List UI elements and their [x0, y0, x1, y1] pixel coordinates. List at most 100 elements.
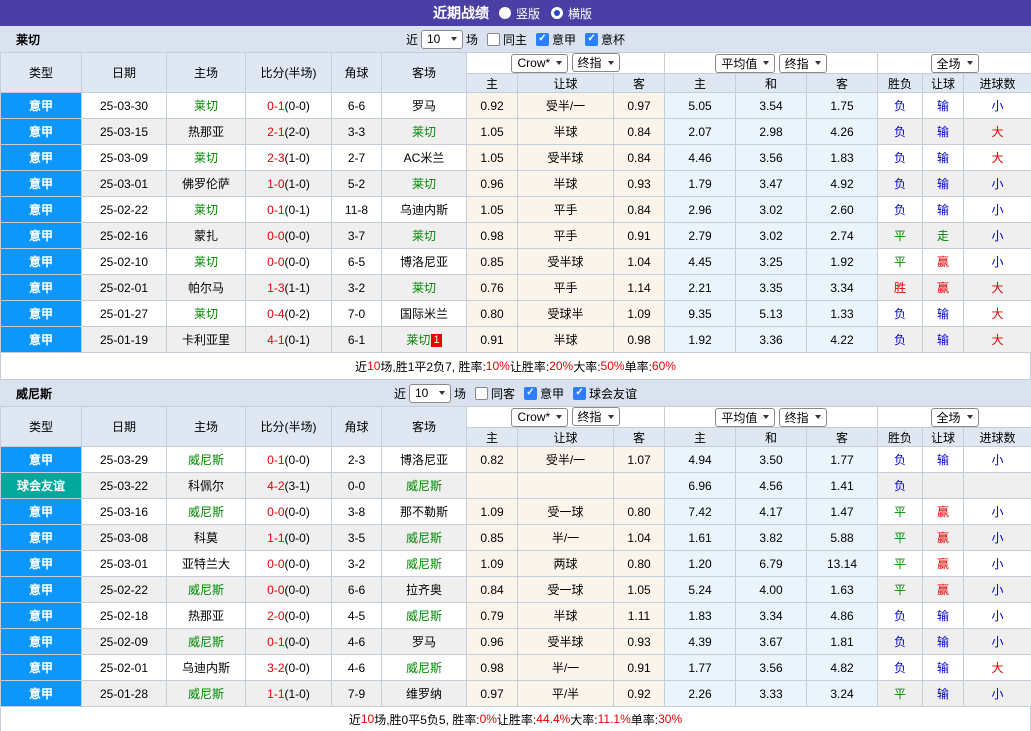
away-team-name: 威尼斯: [406, 557, 442, 571]
col-away: 客场: [382, 407, 467, 447]
away-team[interactable]: 莱切1: [382, 327, 467, 353]
horizontal-layout-label[interactable]: 横版: [568, 5, 592, 22]
summary-text-part: 11.1%: [598, 712, 631, 726]
league-checkbox[interactable]: [524, 387, 537, 400]
away-team-name: 乌迪内斯: [400, 203, 448, 217]
venezia-matches-table: 类型 日期 主场 比分(半场) 角球 客场 Crow* 终指 平均值 终指 全场: [0, 406, 1031, 707]
away-team[interactable]: 博洛尼亚: [382, 447, 467, 473]
home-team[interactable]: 科佩尔: [167, 473, 246, 499]
home-team[interactable]: 莱切: [167, 197, 246, 223]
odds-company-select[interactable]: Crow*: [511, 408, 568, 427]
handicap-result: 输: [923, 301, 964, 327]
home-team[interactable]: 威尼斯: [167, 629, 246, 655]
home-team[interactable]: 帕尔马: [167, 275, 246, 301]
match-count-select[interactable]: 10: [409, 384, 451, 403]
away-team[interactable]: 莱切: [382, 119, 467, 145]
halftime-score: (0-0): [285, 255, 310, 269]
odds-index-select[interactable]: 终指: [572, 407, 620, 426]
goals-result: 小: [964, 171, 1031, 197]
avg-away-odds: 13.14: [807, 551, 878, 577]
odds-home: 0.76: [467, 275, 518, 301]
home-team[interactable]: 莱切: [167, 301, 246, 327]
cup-checkbox[interactable]: [585, 33, 598, 46]
same-venue-checkbox[interactable]: [475, 387, 488, 400]
away-team[interactable]: 威尼斯: [382, 551, 467, 577]
away-team[interactable]: 国际米兰: [382, 301, 467, 327]
match-score: 1-1(0-0): [246, 525, 332, 551]
odds-handicap: 半/一: [518, 525, 614, 551]
avg-index-select[interactable]: 终指: [779, 54, 827, 73]
vertical-layout-radio[interactable]: [499, 7, 511, 19]
home-team[interactable]: 卡利亚里: [167, 327, 246, 353]
home-team[interactable]: 佛罗伦萨: [167, 171, 246, 197]
friendly-checkbox[interactable]: [573, 387, 586, 400]
home-team[interactable]: 威尼斯: [167, 499, 246, 525]
odds-company-select[interactable]: Crow*: [511, 54, 568, 73]
odds-index-select[interactable]: 终指: [572, 53, 620, 72]
away-team[interactable]: 威尼斯: [382, 473, 467, 499]
col-handicap-result: 让球: [923, 428, 964, 447]
fulltime-score: 1-1: [267, 531, 284, 545]
away-team[interactable]: 威尼斯: [382, 525, 467, 551]
avg-draw-odds: 4.00: [736, 577, 807, 603]
away-team[interactable]: 博洛尼亚: [382, 249, 467, 275]
summary-text-part: 44.4%: [536, 712, 570, 726]
home-team[interactable]: 亚特兰大: [167, 551, 246, 577]
away-team[interactable]: 威尼斯: [382, 603, 467, 629]
avg-select[interactable]: 平均值: [715, 408, 775, 427]
match-row: 意甲25-03-01亚特兰大0-0(0-0)3-2威尼斯1.09两球0.801.…: [1, 551, 1031, 577]
col-date: 日期: [82, 53, 167, 93]
col-type: 类型: [1, 407, 82, 447]
home-team[interactable]: 莱切: [167, 145, 246, 171]
home-team[interactable]: 威尼斯: [167, 681, 246, 707]
away-team[interactable]: 乌迪内斯: [382, 197, 467, 223]
odds-away: 1.05: [614, 577, 665, 603]
away-team[interactable]: 莱切: [382, 171, 467, 197]
odds-home: 1.05: [467, 197, 518, 223]
away-team-name: 那不勒斯: [400, 505, 448, 519]
match-score: 1-1(1-0): [246, 681, 332, 707]
avg-home-odds: 2.07: [665, 119, 736, 145]
home-team[interactable]: 莱切: [167, 249, 246, 275]
avg-home-odds: 2.21: [665, 275, 736, 301]
home-team[interactable]: 莱切: [167, 93, 246, 119]
away-team-name: 罗马: [412, 635, 436, 649]
avg-index-select[interactable]: 终指: [779, 408, 827, 427]
league-checkbox-label: 意甲: [540, 385, 564, 402]
away-team[interactable]: AC米兰: [382, 145, 467, 171]
fulltime-select[interactable]: 全场: [931, 408, 979, 427]
away-team-name: 威尼斯: [406, 531, 442, 545]
corner-score: 3-5: [332, 525, 382, 551]
home-team[interactable]: 热那亚: [167, 119, 246, 145]
home-team[interactable]: 威尼斯: [167, 577, 246, 603]
fulltime-select[interactable]: 全场: [931, 54, 979, 73]
record-summary: 近10场,胜0平5负5, 胜率:0% 让胜率:44.4% 大率:11.1% 单率…: [0, 707, 1031, 731]
odds-away: 1.11: [614, 603, 665, 629]
away-team[interactable]: 威尼斯: [382, 655, 467, 681]
away-team[interactable]: 莱切: [382, 275, 467, 301]
same-venue-checkbox[interactable]: [487, 33, 500, 46]
odds-handicap: 平手: [518, 197, 614, 223]
vertical-layout-label[interactable]: 竖版: [516, 5, 540, 22]
col-avg-home: 主: [665, 74, 736, 93]
odds-home: 1.09: [467, 551, 518, 577]
away-team[interactable]: 莱切: [382, 223, 467, 249]
home-team[interactable]: 蒙扎: [167, 223, 246, 249]
match-date: 25-03-29: [82, 447, 167, 473]
away-team[interactable]: 罗马: [382, 629, 467, 655]
away-team-name: AC米兰: [404, 151, 445, 165]
summary-text-part: 单率:: [625, 358, 652, 375]
horizontal-layout-radio[interactable]: [551, 7, 563, 19]
home-team[interactable]: 科莫: [167, 525, 246, 551]
away-team[interactable]: 维罗纳: [382, 681, 467, 707]
home-team[interactable]: 威尼斯: [167, 447, 246, 473]
home-team[interactable]: 热那亚: [167, 603, 246, 629]
league-checkbox[interactable]: [536, 33, 549, 46]
col-home: 主场: [167, 53, 246, 93]
away-team[interactable]: 那不勒斯: [382, 499, 467, 525]
home-team[interactable]: 乌迪内斯: [167, 655, 246, 681]
avg-select[interactable]: 平均值: [715, 54, 775, 73]
away-team[interactable]: 拉齐奥: [382, 577, 467, 603]
match-count-select[interactable]: 10: [421, 30, 463, 49]
away-team[interactable]: 罗马: [382, 93, 467, 119]
